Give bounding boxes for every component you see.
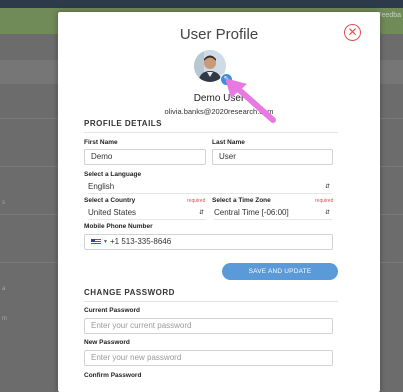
phone-value: +1 513-335-8646 (110, 237, 172, 246)
timezone-label: Select a Time Zone (212, 197, 271, 204)
language-value: English (88, 182, 115, 191)
chevron-updown-icon: ⇵ (324, 184, 330, 190)
background-left-label: s (2, 200, 5, 206)
close-icon[interactable]: ✕ (344, 24, 361, 41)
phone-label: Mobile Phone Number (84, 223, 153, 230)
country-select[interactable]: United States ⇵ (88, 207, 206, 220)
language-select[interactable]: English ⇵ (88, 181, 332, 194)
background-left-label: m (2, 316, 7, 322)
last-name-field[interactable]: User (212, 149, 333, 165)
phone-field[interactable]: ▼ +1 513-335-8646 (84, 234, 333, 250)
timezone-required-badge: required (315, 198, 334, 204)
background-left-label: a (2, 286, 6, 292)
current-password-input[interactable]: Enter your current password (84, 318, 333, 334)
first-name-label: First Name (84, 139, 118, 146)
timezone-value: Central Time [-06:00] (214, 208, 289, 217)
us-flag-icon[interactable] (91, 239, 101, 245)
user-email: olivia.banks@2020research.com (164, 107, 274, 116)
timezone-select[interactable]: Central Time [-06:00] ⇵ (214, 207, 332, 220)
background-feedback-label: Feedba (377, 12, 401, 19)
chevron-updown-icon: ⇵ (324, 210, 330, 216)
modal-title: User Profile (179, 26, 259, 43)
country-required-badge: required (187, 198, 206, 204)
country-label: Select a Country (84, 197, 136, 204)
current-password-label: Current Password (84, 307, 140, 314)
last-name-label: Last Name (212, 139, 245, 146)
user-name: Demo User (193, 93, 245, 104)
chevron-updown-icon: ⇵ (198, 210, 204, 216)
language-label: Select a Language (84, 171, 142, 178)
change-password-heading: CHANGE PASSWORD (84, 288, 338, 302)
user-profile-modal: User Profile ✕ ✎ Demo User olivia.banks@… (58, 12, 380, 392)
new-password-label: New Password (84, 339, 130, 346)
profile-details-heading: PROFILE DETAILS (84, 119, 338, 133)
save-and-update-button[interactable]: SAVE AND UPDATE (222, 263, 338, 280)
first-name-field[interactable]: Demo (84, 149, 206, 165)
country-value: United States (88, 208, 137, 217)
chevron-down-icon[interactable]: ▼ (103, 235, 108, 249)
new-password-input[interactable]: Enter your new password (84, 350, 333, 366)
confirm-password-label: Confirm Password (84, 372, 142, 379)
